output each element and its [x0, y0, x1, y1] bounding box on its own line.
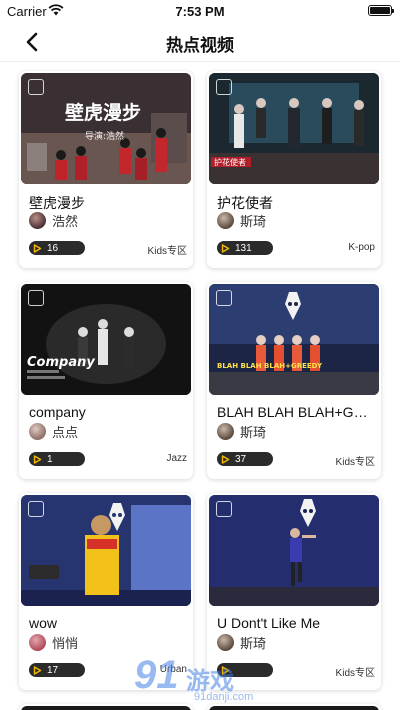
author: 点点 — [29, 422, 78, 440]
video-card[interactable] — [19, 704, 193, 710]
clock: 7:53 PM — [175, 4, 225, 19]
author-name: 悄悄 — [52, 635, 79, 651]
page-title: 热点视频 — [166, 36, 234, 55]
nav-bar: 热点视频 — [0, 22, 400, 62]
thumbnail-scene — [21, 495, 191, 606]
video-card[interactable]: wow 悄悄 17 Urban — [19, 493, 193, 690]
play-count: 17 — [47, 664, 59, 676]
video-thumbnail — [21, 706, 191, 710]
video-title: U Dont't Like Me — [217, 615, 321, 631]
author-name: 斯琦 — [240, 213, 267, 229]
video-card[interactable] — [207, 704, 381, 710]
video-thumbnail: 壁虎漫步 导演:浩然 — [21, 73, 191, 184]
watermark-url: 91danji.com — [194, 691, 254, 703]
author: 斯琦 — [217, 211, 266, 229]
play-count: 1 — [47, 453, 53, 465]
play-icon — [221, 454, 230, 464]
category-label: Jazz — [166, 453, 187, 464]
avatar — [217, 633, 234, 651]
author: 浩然 — [29, 211, 78, 229]
play-count-badge: 1 — [29, 452, 85, 466]
author-name: 斯琦 — [240, 635, 267, 651]
thumbnail-scene: 壁虎漫步 导演:浩然 — [21, 73, 191, 184]
thumbnail-scene: Company — [21, 284, 191, 395]
play-count-badge: 17 — [29, 663, 85, 677]
video-title: BLAH BLAH BLAH+GREEDY — [217, 404, 373, 420]
author-name: 浩然 — [52, 213, 79, 229]
play-count: 37 — [235, 453, 247, 465]
studio-logo — [216, 501, 232, 517]
avatar — [29, 211, 46, 229]
thumbnail-scene: BLAH BLAH BLAH+GREEDY — [209, 284, 379, 395]
category-label: Kids专区 — [335, 668, 375, 679]
video-thumbnail: Company — [21, 284, 191, 395]
author: 悄悄 — [29, 633, 78, 651]
play-count: 131 — [235, 242, 252, 254]
thumbnail-scene — [209, 495, 379, 606]
avatar — [29, 422, 46, 440]
video-thumbnail — [21, 495, 191, 606]
thumbnail-caption: Company — [27, 355, 95, 370]
status-bar: Carrier 7:53 PM — [0, 0, 400, 22]
studio-logo — [216, 290, 232, 306]
video-thumbnail: BLAH BLAH BLAH+GREEDY — [209, 284, 379, 395]
category-label: Kids专区 — [335, 457, 375, 468]
avatar — [217, 211, 234, 229]
video-card[interactable]: 护花使者 护花使者 斯琦 131 K-pop — [207, 71, 381, 268]
category-label: Urban — [159, 664, 187, 675]
video-card[interactable]: U Dont't Like Me 斯琦 Kids专区 — [207, 493, 381, 690]
video-card[interactable]: 壁虎漫步 导演:浩然 壁虎漫步 浩然 16 Kids专区 — [19, 71, 193, 268]
video-card[interactable]: Company company 点点 1 Jazz — [19, 282, 193, 479]
category-label: Kids专区 — [147, 246, 187, 257]
studio-logo — [216, 79, 232, 95]
thumbnail-scene: 护花使者 — [209, 73, 379, 184]
play-count-badge: 16 — [29, 241, 85, 255]
category-label: K-pop — [348, 242, 375, 253]
video-title: wow — [29, 615, 58, 631]
video-thumbnail — [209, 706, 379, 710]
battery-icon — [368, 5, 394, 16]
thumbnail-caption: 壁虎漫步 — [65, 101, 141, 124]
author: 斯琦 — [217, 633, 266, 651]
author-name: 点点 — [52, 424, 79, 440]
studio-logo — [28, 290, 44, 306]
play-count-badge — [217, 663, 273, 677]
video-thumbnail — [209, 495, 379, 606]
author: 斯琦 — [217, 422, 266, 440]
video-thumbnail: 护花使者 — [209, 73, 379, 184]
studio-logo — [28, 501, 44, 517]
play-count-badge: 131 — [217, 241, 273, 255]
avatar — [29, 633, 46, 651]
thumbnail-caption: 护花使者 — [214, 157, 246, 167]
play-icon — [221, 243, 230, 253]
play-count: 16 — [47, 242, 59, 254]
play-icon — [33, 454, 42, 464]
thumbnail-subcaption: 导演:浩然 — [85, 130, 124, 142]
play-count-badge: 37 — [217, 452, 273, 466]
avatar — [217, 422, 234, 440]
thumbnail-caption: BLAH BLAH BLAH+GREEDY — [217, 362, 323, 370]
play-icon — [221, 665, 230, 675]
video-card[interactable]: BLAH BLAH BLAH+GREEDY BLAH BLAH BLAH+GRE… — [207, 282, 381, 479]
video-title: company — [29, 404, 86, 420]
author-name: 斯琦 — [240, 424, 267, 440]
play-icon — [33, 243, 42, 253]
studio-logo — [28, 79, 44, 95]
play-icon — [33, 665, 42, 675]
